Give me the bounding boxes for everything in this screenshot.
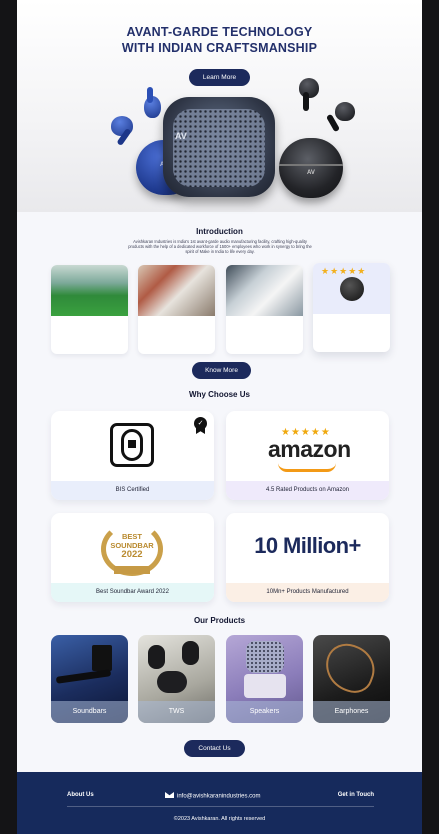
award-line1: BEST bbox=[121, 532, 142, 541]
intro-card-rating: ★★★★★ bbox=[313, 263, 390, 352]
footer: About Us info@avishkaranindustries.com G… bbox=[17, 772, 422, 834]
hero-title-line1: AVANT-GARDE TECHNOLOGY bbox=[126, 25, 313, 39]
amazon-logo: amazon bbox=[268, 436, 351, 462]
workers-photo bbox=[138, 265, 215, 316]
footer-divider bbox=[67, 806, 374, 807]
black-earbud-left bbox=[299, 78, 319, 98]
speaker-image: AV bbox=[163, 97, 275, 197]
earbud-case-image bbox=[340, 277, 364, 301]
product-label: Earphones bbox=[313, 701, 390, 723]
why-caption: Best Soundbar Award 2022 bbox=[51, 583, 214, 602]
learn-more-button[interactable]: Learn More bbox=[189, 69, 250, 86]
hero-title: AVANT-GARDE TECHNOLOGY WITH INDIAN CRAFT… bbox=[17, 24, 422, 56]
pedestal-image bbox=[244, 674, 286, 698]
black-earbud-stem bbox=[303, 92, 309, 111]
intro-card-lab bbox=[226, 265, 303, 354]
lab-photo bbox=[226, 265, 303, 316]
award-ribbon-icon bbox=[114, 566, 150, 574]
blue-earbud-stem bbox=[147, 87, 153, 103]
get-in-touch-link[interactable]: Get in Touch bbox=[338, 792, 374, 798]
email-link[interactable]: info@avishkaranindustries.com bbox=[165, 792, 260, 800]
know-more-button[interactable]: Know More bbox=[192, 362, 251, 379]
mail-icon bbox=[165, 792, 174, 798]
why-choose-title: Why Choose Us bbox=[189, 390, 250, 399]
earphone-wire-image bbox=[318, 637, 382, 699]
product-label: Soundbars bbox=[51, 701, 128, 723]
factory-floor-photo bbox=[51, 265, 128, 316]
rated-earbuds-photo: ★★★★★ bbox=[313, 263, 390, 314]
hero-banner: AVANT-GARDE TECHNOLOGY WITH INDIAN CRAFT… bbox=[17, 0, 422, 212]
intro-text: Avishkaran Industries is India's 1st ava… bbox=[128, 239, 312, 255]
about-us-link[interactable]: About Us bbox=[67, 792, 94, 798]
award-year: 2022 bbox=[121, 549, 143, 560]
why-card-amazon: ★★★★★ amazon 4.5 Rated Products on Amazo… bbox=[226, 411, 389, 500]
intro-title: Introduction bbox=[196, 227, 243, 236]
footer-links: About Us info@avishkaranindustries.com G… bbox=[67, 792, 374, 802]
soundbar-image bbox=[55, 669, 112, 684]
subwoofer-image bbox=[92, 645, 112, 671]
bis-logo-icon bbox=[110, 423, 154, 467]
amazon-smile-icon bbox=[278, 463, 336, 472]
black-earbud-case: AV bbox=[279, 138, 343, 198]
why-card-award: BEST SOUNDBAR 2022 Best Soundbar Award 2… bbox=[51, 513, 214, 602]
hero-title-line2: WITH INDIAN CRAFTSMANSHIP bbox=[121, 41, 318, 55]
page: AVANT-GARDE TECHNOLOGY WITH INDIAN CRAFT… bbox=[17, 0, 422, 834]
why-card-million: 10 Million+ 10Mn+ Products Manufactured bbox=[226, 513, 389, 602]
tws-earbud-image bbox=[148, 645, 165, 669]
why-card-bis: ✓ BIS Certified bbox=[51, 411, 214, 500]
product-card-speakers[interactable]: Speakers bbox=[226, 635, 303, 723]
product-card-tws[interactable]: TWS bbox=[138, 635, 215, 723]
product-card-soundbars[interactable]: Soundbars bbox=[51, 635, 128, 723]
why-caption: 4.5 Rated Products on Amazon bbox=[226, 481, 389, 500]
award-laurel-icon: BEST SOUNDBAR 2022 bbox=[97, 518, 167, 582]
contact-us-button[interactable]: Contact Us bbox=[184, 740, 245, 757]
rating-stars-icon: ★★★★★ bbox=[321, 266, 367, 276]
email-address: info@avishkaranindustries.com bbox=[177, 793, 261, 800]
award-text: BEST SOUNDBAR bbox=[97, 532, 167, 550]
tws-earbud-image bbox=[182, 641, 199, 665]
badge-ribbon-icon bbox=[196, 427, 205, 434]
speaker-product-image bbox=[246, 641, 284, 673]
product-card-earphones[interactable]: Earphones bbox=[313, 635, 390, 723]
product-label: TWS bbox=[138, 701, 215, 723]
copyright-text: ©2023 Avishkaran. All rights reserved bbox=[173, 816, 266, 822]
our-products-title: Our Products bbox=[193, 616, 246, 625]
intro-card-factory bbox=[51, 265, 128, 354]
intro-card-workers bbox=[138, 265, 215, 354]
tws-case-image bbox=[157, 671, 187, 693]
why-caption: 10Mn+ Products Manufactured bbox=[226, 583, 389, 602]
black-earbud-right bbox=[335, 102, 355, 121]
ten-million-text: 10 Million+ bbox=[254, 533, 361, 558]
why-caption: BIS Certified bbox=[51, 481, 214, 500]
product-label: Speakers bbox=[226, 701, 303, 723]
